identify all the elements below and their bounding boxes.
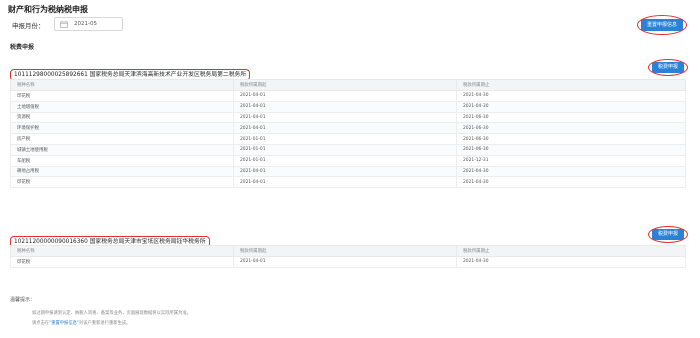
period-start-cell: 2021-04-01 (233, 122, 457, 135)
tip-line-2: 请点击在"重置申报信息"对该户重新进行重新生成。 (32, 320, 130, 326)
column-header-period-end: 税款所属期止 (456, 245, 686, 257)
period-start-cell: 2021-04-01 (233, 176, 457, 189)
period-end-cell: 2021-04-30 (456, 176, 686, 189)
tax-type-cell: 车船税 (10, 154, 234, 167)
page-title: 财产和行为税纳税申报 (8, 5, 88, 14)
period-end-cell: 2021-04-30 (456, 100, 686, 113)
tax-type-cell: 印花税 (10, 90, 234, 102)
table-row: 城镇土地使用税 2021-01-01 2021-06-30 (10, 143, 686, 156)
period-input[interactable]: 2021-05 (54, 17, 123, 31)
tax-type-cell: 资源税 (10, 111, 234, 124)
tax-type-cell: 印花税 (10, 256, 234, 268)
table-row: 车船税 2021-01-01 2021-12-31 (10, 154, 686, 167)
table-header-row: 税种名称 税款所属期起 税款所属期止 (10, 79, 686, 91)
tip-line-2-prefix: 请点击在 (32, 321, 50, 326)
tax-type-cell: 印花税 (10, 176, 234, 189)
period-end-cell: 2021-04-30 (456, 165, 686, 178)
period-value: 2021-05 (74, 21, 97, 27)
period-end-cell: 2021-04-30 (456, 90, 686, 102)
tax-table-2: 税种名称 税款所属期起 税款所属期止 印花税 2021-04-01 2021-04-… (10, 245, 686, 268)
period-start-cell: 2021-04-01 (233, 90, 457, 102)
tax-type-cell: 土地增值税 (10, 100, 234, 113)
period-label: 申报月份： (12, 22, 45, 30)
period-start-cell: 2021-01-01 (233, 133, 457, 145)
table-row: 耕地占用税 2021-04-01 2021-04-30 (10, 165, 686, 178)
table-row: 土地增值税 2021-04-01 2021-04-30 (10, 100, 686, 113)
table-row: 环境保护税 2021-04-01 2021-06-30 (10, 122, 686, 135)
table-row: 印花税 2021-04-01 2021-04-30 (10, 90, 686, 102)
period-start-cell: 2021-01-01 (233, 143, 457, 156)
table-row: 房产税 2021-01-01 2021-06-30 (10, 133, 686, 145)
section-title: 税费申报 (10, 44, 35, 51)
tax-type-cell: 城镇土地使用税 (10, 143, 234, 156)
period-start-cell: 2021-01-01 (233, 154, 457, 167)
column-header-period-start: 税款所属期起 (233, 245, 457, 257)
column-header-period-start: 税款所属期起 (233, 79, 457, 91)
tax-type-cell: 房产税 (10, 133, 234, 145)
redeclare-button[interactable]: 重置申报信息 (641, 19, 683, 31)
period-start-cell: 2021-04-01 (233, 165, 457, 178)
period-start-cell: 2021-04-01 (233, 256, 457, 268)
period-end-cell: 2021-06-30 (456, 143, 686, 156)
redeclare-link[interactable]: "重置申报信息" (49, 321, 79, 326)
column-header-tax-type: 税种名称 (10, 245, 234, 257)
table-row: 印花税 2021-04-01 2021-04-30 (10, 176, 686, 189)
table-header-row: 税种名称 税款所属期起 税款所属期止 (10, 245, 686, 257)
calendar-icon (60, 21, 68, 28)
column-header-tax-type: 税种名称 (10, 79, 234, 91)
declare-button-2[interactable]: 税费申报 (652, 229, 684, 240)
period-end-cell: 2021-12-31 (456, 154, 686, 167)
table-row: 资源税 2021-04-01 2021-06-30 (10, 111, 686, 124)
period-start-cell: 2021-04-01 (233, 100, 457, 113)
tips-title: 温馨提示： (10, 297, 36, 303)
table-row: 印花税 2021-04-01 2021-04-30 (10, 256, 686, 268)
tax-type-cell: 耕地占用税 (10, 165, 234, 178)
tip-line-2-suffix: 对该户重新进行重新生成。 (78, 321, 131, 326)
column-header-period-end: 税款所属期止 (456, 79, 686, 91)
period-end-cell: 2021-06-30 (456, 133, 686, 145)
period-end-cell: 2021-06-30 (456, 111, 686, 124)
period-start-cell: 2021-04-01 (233, 111, 457, 124)
declare-button-1[interactable]: 税费申报 (652, 62, 684, 73)
period-end-cell: 2021-04-30 (456, 256, 686, 268)
period-end-cell: 2021-06-30 (456, 122, 686, 135)
tax-table-1: 税种名称 税款所属期起 税款所属期止 印花税 2021-04-01 2021-04-… (10, 79, 686, 189)
tip-line-1: 如过期申报请到认定、纳税人资格、备案等业务，页面展现数据将以实际所属为准。 (32, 311, 191, 316)
tax-type-cell: 环境保护税 (10, 122, 234, 135)
